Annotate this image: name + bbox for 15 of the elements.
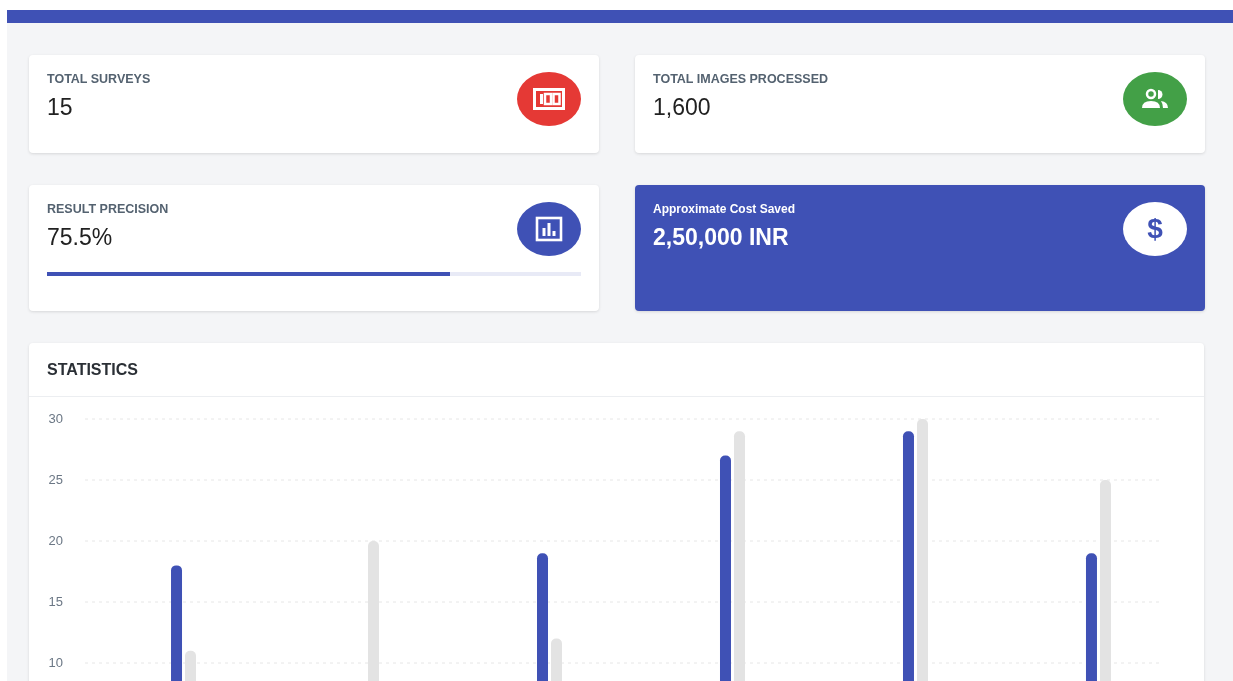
card-label: Approximate Cost Saved — [653, 202, 796, 216]
card-value: 75.5% — [47, 224, 114, 251]
card-value: 2,50,000 INR — [653, 224, 790, 251]
card-label: TOTAL IMAGES PROCESSED — [653, 72, 829, 86]
panel-title: STATISTICS — [47, 360, 138, 379]
axis-tick-label: 10 — [48, 655, 63, 670]
card-value: 1,600 — [653, 94, 712, 121]
dollar-icon: $ — [1123, 202, 1187, 256]
card-label: RESULT PRECISION — [47, 202, 169, 216]
card-value: 15 — [47, 94, 74, 121]
card-label: TOTAL SURVEYS — [47, 72, 151, 86]
axis-tick-label: 25 — [48, 472, 63, 487]
axis-tick-label: 20 — [48, 533, 63, 548]
axis-tick-label: 15 — [48, 594, 63, 609]
axis-tick-label: 30 — [48, 411, 63, 426]
